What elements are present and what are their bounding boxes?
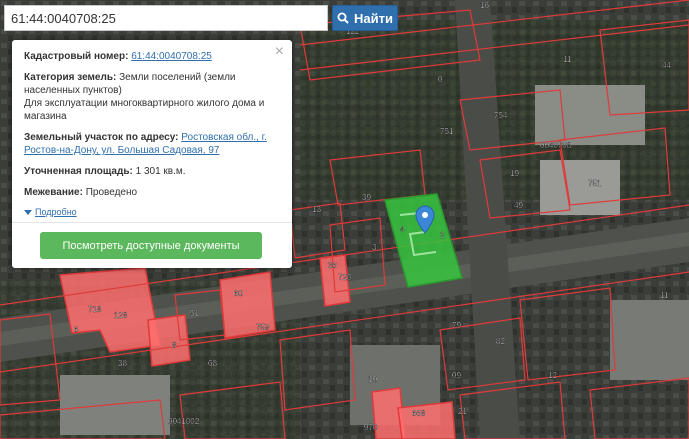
parcel-label: 4 (400, 225, 405, 234)
area-label: Уточненная площадь: (24, 166, 133, 177)
parcel-label: 44 (662, 61, 671, 70)
parcel-label: 970 (364, 423, 378, 432)
parcel-label: 718 (88, 305, 102, 314)
parcel-label: 19 (510, 169, 519, 178)
chevron-down-icon (24, 210, 32, 215)
parcel-label: 0041002 (168, 417, 200, 426)
area-row: Уточненная площадь: 1 301 кв.м. (24, 165, 280, 178)
survey-row: Межевание: Проведено (24, 186, 280, 199)
parcel-label: 6 (74, 325, 79, 334)
parcel-label: 21 (458, 407, 467, 416)
parcel-info-popup: × Кадастровый номер: 61:44:0040708:25 Ка… (12, 40, 292, 268)
area-value: 1 301 кв.м. (135, 166, 186, 177)
parcel-label: 11 (563, 55, 572, 64)
parcel-label: 38 (118, 359, 127, 368)
address-row: Земельный участок по адресу: Ростовская … (24, 131, 280, 157)
building-light (540, 160, 620, 215)
parcel-label: 11 (660, 291, 669, 300)
parcel-label: 0040708 (540, 141, 572, 150)
parcel-label: 759 (256, 323, 270, 332)
building-light (60, 375, 170, 435)
parcel-label: 751 (440, 127, 454, 136)
parcel-label: 720 (338, 273, 352, 282)
parcel-label: 49 (514, 201, 523, 210)
parcel-label: 3 (372, 243, 377, 252)
survey-value: Проведено (85, 187, 138, 198)
more-details[interactable]: Подробно (24, 206, 280, 219)
parcel-label: 51 (190, 309, 199, 318)
survey-label: Межевание: (24, 187, 83, 198)
divider (12, 222, 292, 223)
parcel-label: 39 (362, 193, 371, 202)
parcel-label: 79 (452, 321, 461, 330)
building-light (610, 300, 689, 380)
cadastral-label: Кадастровый номер: (24, 51, 129, 62)
parcel-label: 36 (328, 261, 337, 270)
search-icon (337, 12, 349, 24)
close-icon[interactable]: × (275, 44, 284, 60)
cadastral-number-link[interactable]: 61:44:0040708:25 (131, 51, 212, 62)
parcel-label: 668 (412, 409, 426, 418)
category-row: Категория земель: Земли поселений (земли… (24, 71, 280, 123)
parcel-label: 8 (172, 341, 177, 350)
parcel-label: 0 (438, 75, 443, 84)
category-label: Категория земель: (24, 72, 117, 83)
parcel-label: 16 (480, 1, 489, 10)
view-documents-button[interactable]: Посмотреть доступные документы (40, 232, 262, 259)
cadastral-row: Кадастровый номер: 61:44:0040708:25 (24, 50, 280, 63)
parcel-label: 10 (368, 375, 377, 384)
parcel-label: 754 (494, 111, 508, 120)
search-button[interactable]: Найти (332, 5, 398, 31)
parcel-label: 2 (440, 231, 445, 240)
search-button-label: Найти (354, 10, 393, 26)
parcel-label: 128 (114, 311, 128, 320)
parcel-label: 60 (234, 289, 243, 298)
search-input[interactable] (4, 5, 328, 31)
more-details-link[interactable]: Подробно (35, 206, 77, 219)
usage-value: Для эксплуатации многоквартирного жилого… (24, 98, 265, 122)
address-label: Земельный участок по адресу: (24, 132, 179, 143)
parcel-label: 82 (496, 337, 505, 346)
parcel-label: 12 (548, 371, 557, 380)
parcel-label: 68 (208, 359, 217, 368)
parcel-label: 13 (312, 205, 321, 214)
parcel-label: 751 (588, 179, 602, 188)
parcel-label: 09 (452, 371, 461, 380)
search-bar: Найти (4, 5, 398, 31)
